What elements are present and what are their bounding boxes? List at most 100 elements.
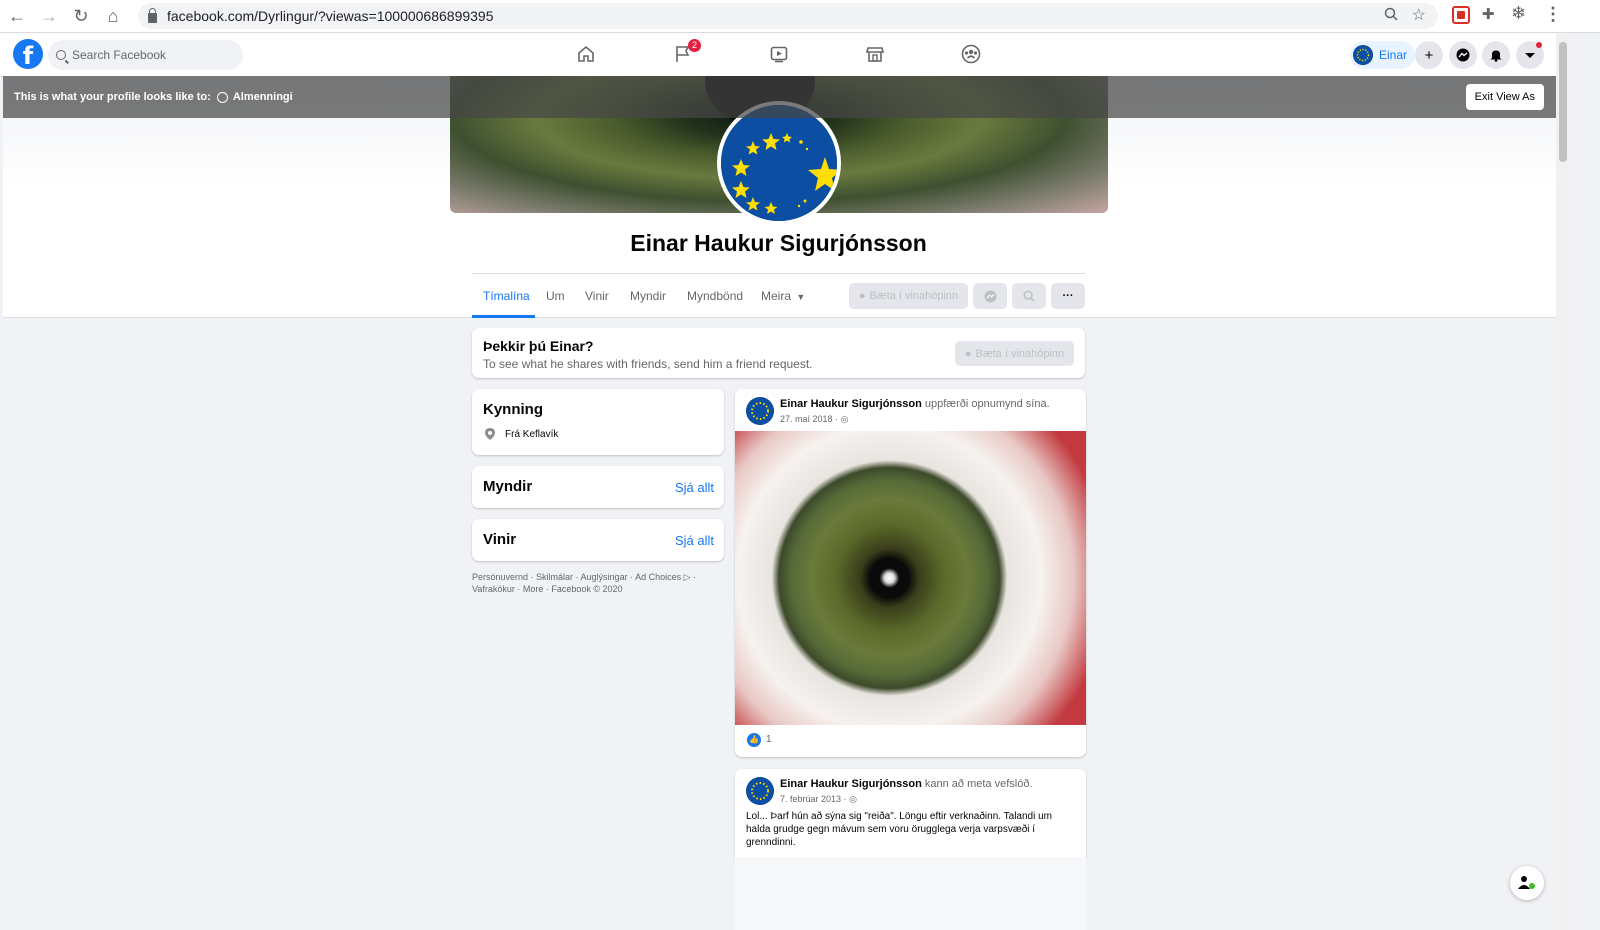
search-input[interactable]: Search Facebook: [48, 40, 243, 70]
post-author[interactable]: Einar Haukur Sigurjónsson: [780, 398, 922, 410]
post-date[interactable]: 7. febrúar 2013 ·: [780, 794, 847, 804]
post-header: Einar Haukur Sigurjónsson uppfærði opnum…: [780, 398, 1050, 410]
url-text: facebook.com/Dyrlingur/?viewas=100000686…: [167, 8, 494, 24]
friends-title: Vinir: [483, 531, 517, 548]
prompt-text: To see what he shares with friends, send…: [483, 357, 813, 371]
post-date[interactable]: 27. maí 2018 ·: [780, 414, 838, 424]
search-profile-button[interactable]: [1012, 283, 1046, 309]
notification-badge: 2: [688, 39, 701, 52]
profile-shortcut[interactable]: Einar: [1350, 41, 1416, 69]
search-placeholder: Search Facebook: [72, 48, 167, 62]
home-icon[interactable]: [575, 43, 597, 65]
friend-request-prompt: Þekkir þú Einar? To see what he shares w…: [472, 328, 1085, 378]
ellipsis-icon: ···: [1062, 290, 1074, 302]
avatar: [1353, 45, 1373, 65]
facebook-logo-icon[interactable]: f: [13, 39, 43, 69]
messenger-icon: [983, 289, 997, 303]
prompt-add-friend-label: Bæta í vinahópinn: [975, 347, 1065, 360]
messenger-icon[interactable]: [1449, 41, 1477, 69]
forward-icon[interactable]: →: [34, 1, 64, 31]
chevron-down-icon: ▼: [796, 292, 806, 302]
add-friend-button[interactable]: ● Bæta í vinahópinn: [849, 283, 968, 309]
add-friend-label: Bæta í vinahópinn: [869, 290, 959, 302]
lock-icon: [148, 7, 157, 23]
tabs-divider: [472, 273, 1085, 274]
tab-more-label: Meira: [761, 289, 792, 303]
like-count[interactable]: 1: [766, 734, 772, 745]
avatar[interactable]: [746, 777, 774, 805]
like-reaction-icon: 👍: [747, 733, 761, 747]
create-icon[interactable]: +: [1415, 41, 1443, 69]
add-friend-icon: ●: [858, 290, 866, 302]
tab-about[interactable]: Um: [546, 289, 565, 303]
profile-name: Einar Haukur Sigurjónsson: [630, 230, 927, 256]
post-author[interactable]: Einar Haukur Sigurjónsson: [780, 778, 922, 790]
extension-red-icon[interactable]: [1452, 6, 1470, 24]
globe-icon: [216, 91, 228, 103]
post-date-row: 7. febrúar 2013 · ◎: [780, 794, 857, 805]
message-button[interactable]: [973, 283, 1007, 309]
view-as-label: This is what your profile looks like to:: [14, 91, 211, 103]
post-link-preview[interactable]: [735, 857, 1086, 930]
browser-toolbar: ← → ↻ ⌂ facebook.com/Dyrlingur/?viewas=1…: [0, 0, 1600, 33]
watch-icon[interactable]: [768, 43, 790, 65]
eu-flag-image: [721, 105, 837, 221]
home-browser-icon[interactable]: ⌂: [98, 1, 128, 31]
post-text: Lol... Þarf hún að sýna sig "reiða". Lön…: [746, 811, 1052, 848]
scrollbar-thumb[interactable]: [1559, 42, 1567, 162]
search-icon: [56, 50, 66, 60]
marketplace-icon[interactable]: [864, 43, 886, 65]
intro-title: Kynning: [483, 401, 543, 418]
add-friend-icon: ●: [964, 347, 972, 360]
footer-line-2[interactable]: Vafrakökur · More · Facebook © 2020: [472, 583, 712, 595]
post-action: kann að meta vefslóð.: [924, 778, 1033, 790]
prompt-add-friend-button[interactable]: ● Bæta í vinahópinn: [955, 341, 1074, 366]
view-as-audience[interactable]: Almenningi: [233, 91, 293, 103]
search-icon: [1023, 290, 1035, 302]
footer-line-1[interactable]: Persónuvernd · Skilmálar · Auglýsingar ·…: [472, 571, 712, 583]
snowflake-extension-icon[interactable]: ❄: [1511, 3, 1529, 23]
address-bar[interactable]: facebook.com/Dyrlingur/?viewas=100000686…: [138, 3, 1438, 29]
profile-shortcut-name: Einar: [1379, 48, 1408, 62]
groups-icon[interactable]: [960, 43, 982, 65]
public-globe-icon: ◎: [840, 414, 849, 424]
public-globe-icon: ◎: [849, 794, 857, 804]
photos-card: Myndir Sjá allt: [472, 466, 724, 508]
photos-title: Myndir: [483, 478, 533, 495]
intro-card: Kynning Frá Keflavík: [472, 389, 724, 455]
zoom-icon[interactable]: [1384, 7, 1398, 24]
post-eye-photo[interactable]: [735, 431, 1086, 725]
prompt-title: Þekkir þú Einar?: [483, 338, 594, 354]
tab-friends[interactable]: Vinir: [585, 289, 609, 303]
post-header: Einar Haukur Sigurjónsson kann að meta v…: [780, 778, 1033, 790]
contacts-fab-icon[interactable]: [1510, 866, 1544, 900]
footer-links[interactable]: Persónuvernd · Skilmálar · Auglýsingar ·…: [472, 571, 712, 595]
avatar[interactable]: [746, 397, 774, 425]
friends-card: Vinir Sjá allt: [472, 519, 724, 561]
back-icon[interactable]: ←: [2, 1, 32, 31]
tab-timeline[interactable]: Tímalína: [483, 289, 530, 303]
tab-photos[interactable]: Myndir: [630, 289, 666, 303]
post-link-like: Einar Haukur Sigurjónsson kann að meta v…: [735, 769, 1086, 857]
post-action: uppfærði opnumynd sína.: [924, 398, 1050, 410]
extensions-puzzle-icon[interactable]: ✚: [1482, 5, 1500, 23]
location-pin-icon: [484, 427, 496, 446]
page-scrollbar[interactable]: [1556, 33, 1570, 930]
browser-menu-icon[interactable]: ⋮: [1544, 4, 1562, 25]
tab-more[interactable]: Meira ▼: [761, 289, 805, 303]
tab-videos[interactable]: Myndbönd: [687, 289, 743, 303]
account-notification-dot: [1536, 42, 1542, 48]
active-tab-indicator: [472, 315, 535, 318]
facebook-top-nav: f Search Facebook 2 Einar +: [0, 33, 1556, 76]
photos-see-all-link[interactable]: Sjá allt: [675, 480, 714, 495]
more-options-button[interactable]: ···: [1051, 283, 1085, 309]
friends-see-all-link[interactable]: Sjá allt: [675, 533, 714, 548]
post-date-row: 27. maí 2018 · ◎: [780, 414, 848, 425]
intro-location: Frá Keflavík: [505, 429, 559, 440]
bookmark-star-icon[interactable]: ☆: [1412, 5, 1426, 25]
profile-picture[interactable]: [717, 101, 841, 225]
view-as-banner: This is what your profile looks like to:…: [3, 76, 1556, 118]
exit-view-as-button[interactable]: Exit View As: [1465, 84, 1544, 110]
bell-icon[interactable]: [1482, 41, 1510, 69]
reload-icon[interactable]: ↻: [66, 1, 96, 31]
